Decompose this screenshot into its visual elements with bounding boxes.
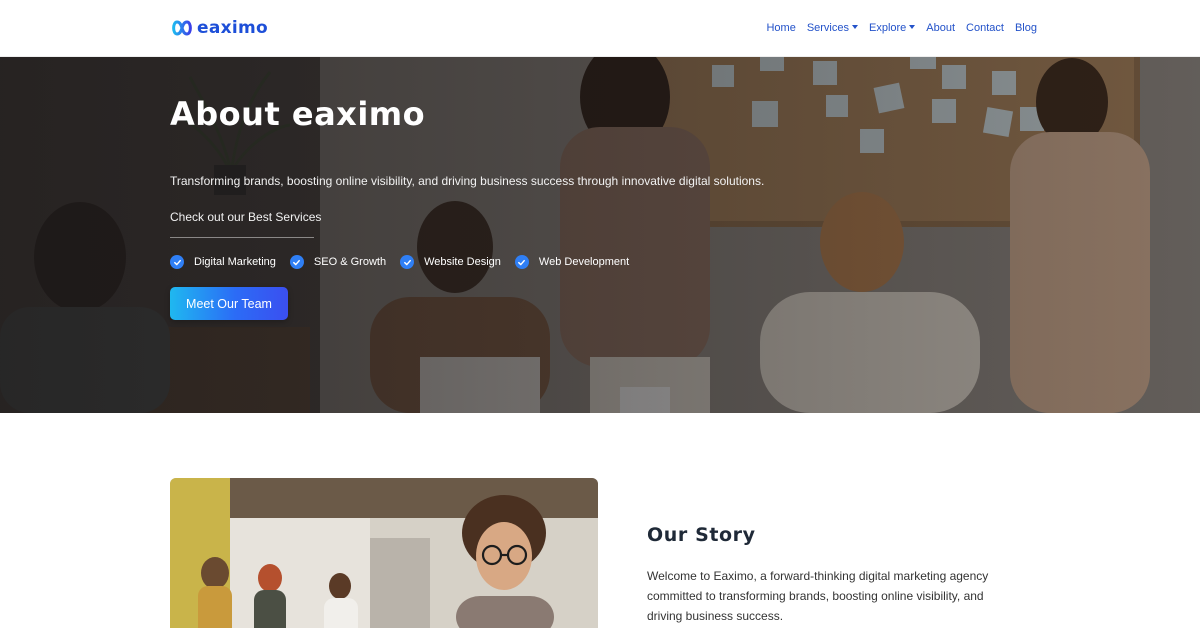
- brand-name: eaximo: [197, 18, 268, 38]
- top-navbar: eaximo Home Services Explore About Conta…: [0, 0, 1200, 57]
- hero-services-kicker: Check out our Best Services: [170, 210, 322, 224]
- hero-subtitle: Transforming brands, boosting online vis…: [170, 174, 765, 188]
- check-circle-icon: [289, 255, 304, 269]
- team-photo-image: [170, 478, 598, 628]
- infinity-logo-icon: [172, 20, 192, 36]
- nav-explore-label: Explore: [869, 22, 907, 34]
- service-label: Digital Marketing: [194, 256, 276, 268]
- nav-home-label: Home: [766, 22, 796, 34]
- nav-home[interactable]: Home: [766, 21, 795, 35]
- check-circle-icon: [514, 255, 529, 269]
- nav-explore-dropdown[interactable]: Explore: [869, 21, 916, 35]
- check-circle-icon: [400, 255, 415, 269]
- service-list: Digital Marketing SEO & Growth Website D…: [170, 255, 643, 269]
- meet-our-team-button[interactable]: Meet Our Team: [170, 287, 288, 320]
- nav-contact-label: Contact: [966, 22, 1004, 34]
- nav-services-dropdown[interactable]: Services: [807, 21, 858, 35]
- hero-divider: [170, 237, 314, 238]
- check-circle-icon: [170, 255, 184, 269]
- nav-about-label: About: [926, 22, 956, 34]
- service-item: Web Development: [514, 255, 630, 269]
- service-label: Website Design: [424, 256, 501, 268]
- nav-contact[interactable]: Contact: [966, 21, 1004, 35]
- service-label: Web Development: [538, 256, 630, 268]
- service-item: Digital Marketing: [170, 255, 276, 269]
- hero-content: About eaximo Transforming brands, boosti…: [170, 57, 870, 413]
- service-label: SEO & Growth: [313, 256, 387, 268]
- nav-about[interactable]: About: [926, 21, 955, 35]
- caret-down-icon: [909, 25, 916, 29]
- nav-blog-label: Blog: [1014, 22, 1037, 34]
- service-item: SEO & Growth: [289, 255, 387, 269]
- nav-services-label: Services: [806, 22, 849, 34]
- story-title: Our Story: [647, 524, 756, 546]
- main-nav: Home Services Explore About Contact Blog: [766, 21, 1037, 35]
- nav-blog[interactable]: Blog: [1015, 21, 1037, 35]
- story-photo: [170, 478, 598, 628]
- hero-section: About eaximo Transforming brands, boosti…: [0, 57, 1200, 413]
- service-item: Website Design: [400, 255, 501, 269]
- story-body: Welcome to Eaximo, a forward-thinking di…: [647, 569, 989, 623]
- hero-title: About eaximo: [170, 95, 426, 133]
- caret-down-icon: [852, 25, 858, 29]
- brand-logo-link[interactable]: eaximo: [171, 18, 268, 38]
